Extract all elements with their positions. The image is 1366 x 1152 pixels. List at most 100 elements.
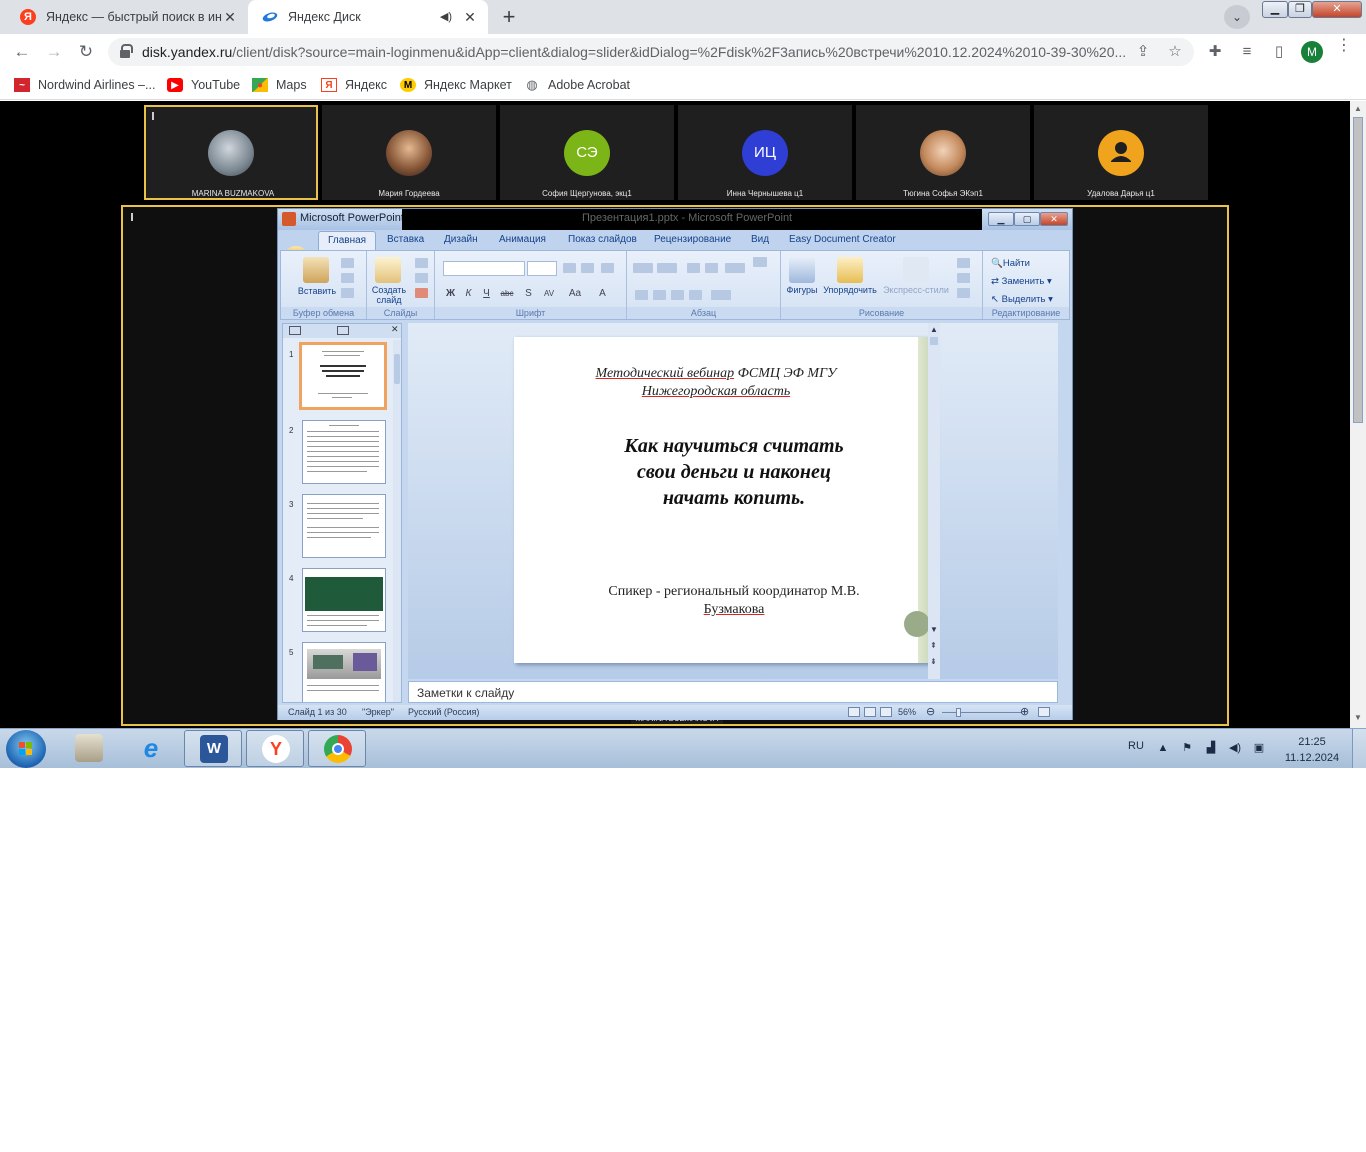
language-indicator[interactable]: RU bbox=[1128, 740, 1144, 752]
bookmark-youtube[interactable]: ▶ YouTube bbox=[167, 76, 240, 94]
slide-speaker[interactable]: Спикер - региональный координатор М.В. Б… bbox=[574, 583, 894, 619]
action-center-flag-icon[interactable]: ⚑ bbox=[1180, 741, 1194, 755]
slide-thumbnail[interactable] bbox=[302, 642, 386, 702]
shapes-button[interactable]: Фигуры bbox=[783, 285, 821, 295]
align-center-icon[interactable] bbox=[653, 290, 666, 300]
scrollbar-thumb[interactable] bbox=[930, 337, 938, 345]
language-indicator[interactable]: Русский (Россия) bbox=[408, 707, 479, 717]
zoom-level[interactable]: 56% bbox=[898, 707, 916, 717]
start-button[interactable] bbox=[6, 730, 46, 768]
share-icon[interactable]: ⇪ bbox=[1134, 44, 1152, 60]
align-right-icon[interactable] bbox=[671, 290, 684, 300]
participant-tile[interactable]: ИЦ Инна Чернышева ц1 bbox=[678, 105, 852, 200]
slideshow-view-icon[interactable] bbox=[880, 707, 892, 717]
forward-button[interactable]: → bbox=[42, 40, 66, 64]
zoom-in-icon[interactable]: ⊕ bbox=[1020, 705, 1029, 718]
fit-to-window-icon[interactable] bbox=[1038, 707, 1050, 717]
lock-icon[interactable] bbox=[120, 44, 133, 58]
quick-styles-button[interactable]: Экспресс-стили bbox=[881, 285, 951, 295]
delete-slide-icon[interactable] bbox=[415, 288, 428, 298]
layout-icon[interactable] bbox=[415, 258, 428, 268]
tab-animation[interactable]: Анимация bbox=[499, 234, 546, 245]
numbering-icon[interactable] bbox=[657, 263, 677, 273]
font-color-button[interactable]: A bbox=[595, 288, 610, 300]
slide-editor[interactable]: Методический вебинар ФСМЦ ЭФ МГУ Нижегор… bbox=[408, 323, 1058, 679]
tab-home[interactable]: Главная bbox=[318, 231, 377, 250]
taskbar-app-archiver[interactable] bbox=[60, 730, 118, 767]
theme-name[interactable]: "Эркер" bbox=[362, 707, 394, 717]
extensions-icon[interactable]: ✚ bbox=[1206, 44, 1224, 60]
network-icon[interactable]: ▟ bbox=[1204, 741, 1218, 755]
url-text[interactable]: disk.yandex.ru/client/disk?source=main-l… bbox=[142, 44, 1126, 60]
zoom-out-icon[interactable]: ⊖ bbox=[926, 705, 935, 718]
new-slide-label-2[interactable]: слайд bbox=[369, 295, 409, 305]
arrange-button[interactable]: Упорядочить bbox=[821, 285, 879, 295]
tab-yandex-disk[interactable]: Яндекс Диск ◀) ✕ bbox=[248, 0, 488, 34]
shape-outline-icon[interactable] bbox=[957, 273, 970, 283]
decrease-indent-icon[interactable] bbox=[687, 263, 700, 273]
slide-thumbnail[interactable] bbox=[299, 342, 387, 410]
volume-icon[interactable]: ◀) bbox=[1228, 741, 1242, 755]
scroll-down-icon[interactable]: ▼ bbox=[930, 625, 938, 634]
slides-tab-icon[interactable] bbox=[289, 326, 301, 335]
outline-tab-icon[interactable] bbox=[337, 326, 349, 335]
new-slide-icon[interactable] bbox=[375, 257, 401, 283]
new-slide-label-1[interactable]: Создать bbox=[369, 285, 409, 295]
justify-icon[interactable] bbox=[689, 290, 702, 300]
underline-button[interactable]: Ч bbox=[479, 288, 494, 300]
taskbar-app-word[interactable]: W bbox=[184, 730, 242, 767]
slide-title[interactable]: Как научиться считать свои деньги и нако… bbox=[584, 433, 884, 511]
bookmark-nordwind[interactable]: ~ Nordwind Airlines –... bbox=[14, 76, 155, 94]
taskbar-app-chrome[interactable] bbox=[308, 730, 366, 767]
participant-tile[interactable]: MARINA BUZMAKOVA bbox=[144, 105, 318, 200]
clear-format-icon[interactable] bbox=[601, 263, 614, 273]
bookmark-maps[interactable]: ● Maps bbox=[252, 76, 307, 94]
window-minimize-button[interactable]: ▁ bbox=[1262, 1, 1288, 18]
line-spacing-icon[interactable] bbox=[725, 263, 745, 273]
speaker-icon[interactable]: ◀) bbox=[440, 10, 452, 23]
close-icon[interactable]: ✕ bbox=[391, 324, 399, 335]
media-control-icon[interactable]: ≡ bbox=[1238, 44, 1256, 60]
replace-button[interactable]: ⇄ Заменить ▾ bbox=[991, 276, 1052, 287]
italic-button[interactable]: К bbox=[461, 288, 476, 300]
shadow-button[interactable]: S bbox=[521, 288, 536, 300]
scroll-down-icon[interactable]: ▼ bbox=[1354, 713, 1362, 722]
tab-review[interactable]: Рецензирование bbox=[654, 234, 731, 245]
taskbar-app-internet-explorer[interactable]: e bbox=[122, 730, 180, 767]
page-scrollbar[interactable]: ▲ ▼ bbox=[1350, 101, 1366, 728]
tab-view[interactable]: Вид bbox=[751, 234, 769, 245]
taskbar-app-yandex-browser[interactable]: Y bbox=[246, 730, 304, 767]
current-slide[interactable]: Методический вебинар ФСМЦ ЭФ МГУ Нижегор… bbox=[514, 337, 934, 663]
copy-icon[interactable] bbox=[341, 273, 354, 283]
scrollbar-thumb[interactable] bbox=[1353, 117, 1363, 423]
thumbnails-scrollbar[interactable] bbox=[393, 340, 401, 702]
shape-fill-icon[interactable] bbox=[957, 258, 970, 268]
strikethrough-button[interactable]: abc bbox=[497, 288, 517, 300]
new-tab-button[interactable]: + bbox=[496, 5, 522, 31]
format-painter-icon[interactable] bbox=[341, 288, 354, 298]
slide-thumbnail[interactable] bbox=[302, 420, 386, 484]
bookmark-yandex[interactable]: Я Яндекс bbox=[321, 76, 387, 94]
address-bar[interactable]: disk.yandex.ru/client/disk?source=main-l… bbox=[108, 38, 1194, 66]
ppt-minimize-button[interactable]: ▁ bbox=[988, 212, 1014, 226]
tab-slideshow[interactable]: Показ слайдов bbox=[568, 234, 637, 245]
paste-icon[interactable] bbox=[303, 257, 329, 283]
slide-thumbnail[interactable] bbox=[302, 494, 386, 558]
participant-tile[interactable]: СЭ София Щергунова, экц1 bbox=[500, 105, 674, 200]
tab-design[interactable]: Дизайн bbox=[444, 234, 478, 245]
participant-tile[interactable]: Тюгина Софья ЭКэп1 bbox=[856, 105, 1030, 200]
profile-avatar[interactable]: M bbox=[1301, 41, 1323, 63]
zoom-slider[interactable] bbox=[942, 712, 1022, 713]
previous-slide-icon[interactable]: ⇞ bbox=[930, 641, 937, 650]
slide-header[interactable]: Методический вебинар ФСМЦ ЭФ МГУ Нижегор… bbox=[514, 365, 918, 401]
font-name-combo[interactable] bbox=[443, 261, 525, 276]
char-spacing-button[interactable]: AV bbox=[539, 288, 559, 300]
columns-icon[interactable] bbox=[711, 290, 731, 300]
increase-indent-icon[interactable] bbox=[705, 263, 718, 273]
zoom-slider-handle[interactable] bbox=[956, 708, 961, 717]
reload-button[interactable]: ↻ bbox=[74, 40, 98, 64]
editor-scrollbar[interactable]: ▲ ▼ ⇞ ⇟ bbox=[928, 323, 940, 679]
clock[interactable]: 21:25 11.12.2024 bbox=[1278, 734, 1346, 766]
participant-tile[interactable]: Удалова Дарья ц1 bbox=[1034, 105, 1208, 200]
power-icon[interactable]: ▣ bbox=[1252, 741, 1266, 755]
